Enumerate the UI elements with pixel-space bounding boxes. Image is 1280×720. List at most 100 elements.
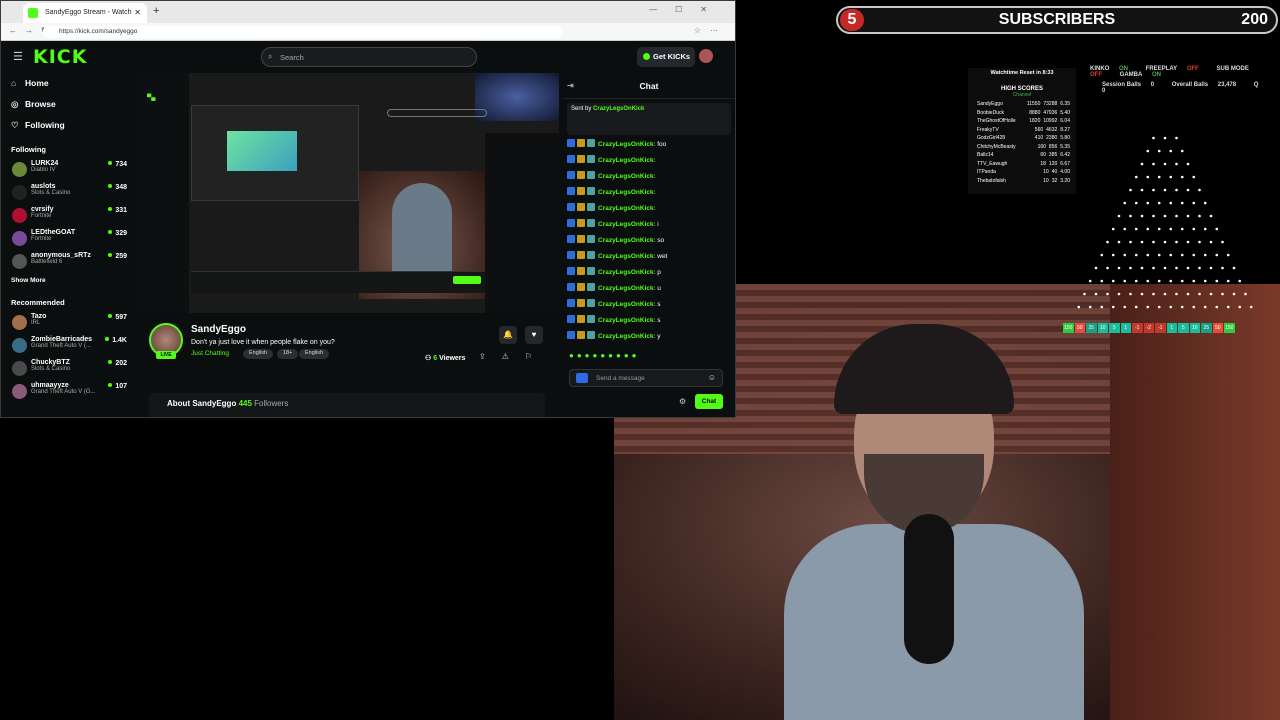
plinko-peg [1163, 188, 1167, 192]
chat-message: CrazyLegsOnKick: [567, 201, 727, 217]
notification-bell-icon[interactable]: 🔔 [499, 326, 517, 344]
new-tab-icon[interactable]: + [153, 5, 159, 17]
chat-send-button[interactable]: Chat [695, 394, 723, 409]
following-list: LURK24 Diablo IV 734 auslots Slots & Casino 3… [1, 158, 131, 273]
plinko-peg [1221, 240, 1224, 244]
plinko-peg [1186, 214, 1190, 218]
emoji-icon[interactable]: ☺ [708, 373, 716, 382]
plinko-peg [1226, 253, 1230, 257]
stream-action-icons[interactable]: ⇪⚠⚐ [479, 352, 548, 361]
score-name: TTV_Eawugh [977, 160, 1008, 167]
sidebar-item-following[interactable]: ♡ Following [1, 115, 131, 136]
extension-icons[interactable]: ☆⋯ [694, 26, 727, 35]
sidebar-item-home[interactable]: ⌂ Home [1, 73, 131, 94]
user-avatar[interactable] [699, 49, 713, 63]
chat-text: : i [653, 221, 659, 228]
chat-input[interactable]: Send a message ☺ [569, 369, 723, 387]
tag-language-2[interactable]: English [299, 349, 330, 359]
plinko-peg [1203, 227, 1207, 231]
channel-row[interactable]: auslots Slots & Casino 348 [1, 181, 131, 204]
score-a: 160 [1037, 143, 1046, 150]
kick-logo[interactable]: KICK [33, 46, 87, 68]
recommended-header: Recommended [11, 298, 65, 307]
chat-username[interactable]: CrazyLegsOnKick [598, 269, 654, 276]
follow-heart-icon[interactable]: ♥ [525, 326, 543, 344]
url-field[interactable]: https://kick.com/sandyeggo [43, 26, 563, 38]
score-row: SandyEggo 11550 73288 6.35 [968, 100, 1076, 109]
channel-name[interactable]: SandyEggo [191, 324, 246, 335]
chat-username[interactable]: CrazyLegsOnKick [598, 253, 654, 260]
channel-row[interactable]: ChuckyBTZ Slots & Casino 202 [1, 357, 131, 380]
plinko-peg [1117, 240, 1121, 244]
plinko-peg [1123, 253, 1127, 257]
chat-text: : wet [653, 253, 668, 260]
collapse-chat-icon[interactable]: ⇥ [567, 73, 574, 99]
channel-viewers: 329 [108, 230, 127, 237]
channel-row[interactable]: LURK24 Diablo IV 734 [1, 158, 131, 181]
plinko-peg [1140, 240, 1144, 244]
badge-icon [567, 187, 575, 195]
score-name: TheGhostOfHolle [977, 118, 1016, 124]
plinko-peg [1209, 266, 1213, 270]
search-input[interactable]: ⌕ Search [261, 47, 477, 67]
chat-username[interactable]: CrazyLegsOnKick [598, 221, 654, 228]
about-section: About SandyEggo 445 Followers [149, 393, 545, 417]
channel-row[interactable]: cvrsify Fortnite 331 [1, 204, 131, 227]
score-name: GodzGirl428 [977, 135, 1006, 141]
show-more-button[interactable]: Show More [1, 273, 131, 289]
plinko-peg [1238, 305, 1242, 309]
score-a: 11550 [1026, 101, 1041, 107]
emote-bar[interactable]: ●●●●●●●●● [569, 351, 640, 360]
plinko-peg [1152, 292, 1155, 296]
channel-row[interactable]: ZombieBarricades Grand Theft Auto V (... 1… [1, 334, 131, 357]
sidebar-item-browse[interactable]: ◎ Browse [1, 94, 131, 115]
channel-row[interactable]: anonymous_sRTz Battlefield 6 259 [1, 250, 131, 273]
plinko-peg [1134, 201, 1138, 205]
streamer-cap [834, 324, 1014, 414]
get-kicks-button[interactable]: Get KICKs [637, 47, 695, 67]
hamburger-menu-icon[interactable]: ☰ [13, 50, 23, 63]
tag-mature[interactable]: 18+ [277, 349, 299, 359]
plinko-peg [1180, 201, 1184, 205]
chat-username[interactable]: CrazyLegsOnKick [598, 157, 654, 164]
chat-username[interactable]: CrazyLegsOnKick [598, 285, 654, 292]
plinko-peg [1244, 292, 1247, 296]
window-controls[interactable]: —☐✕ [649, 5, 725, 14]
plinko-peg [1146, 175, 1150, 179]
chat-username[interactable]: CrazyLegsOnKick [598, 333, 654, 340]
channel-viewers: 1.4K [105, 337, 127, 344]
channel-row[interactable]: LEDtheGOAT Fortnite 329 [1, 227, 131, 250]
plinko-peg [1140, 266, 1144, 270]
score-b: 47936 [1043, 109, 1058, 116]
chat-username[interactable]: CrazyLegsOnKick [598, 173, 654, 180]
pinned-user[interactable]: CrazyLegsOnKick [593, 106, 644, 112]
plinko-peg [1180, 227, 1184, 231]
badge-icon [567, 203, 575, 211]
channel-avatar [12, 384, 27, 399]
close-tab-icon[interactable]: ✕ [134, 8, 141, 17]
chat-username[interactable]: CrazyLegsOnKick [598, 301, 654, 308]
chat-username[interactable]: CrazyLegsOnKick [598, 189, 654, 196]
score-a: 60 [1040, 152, 1046, 158]
channel-row[interactable]: Tazo IRL 597 [1, 311, 131, 334]
tag-language[interactable]: English [243, 349, 274, 359]
chat-username[interactable]: CrazyLegsOnKick [598, 317, 654, 324]
plinko-peg [1198, 240, 1201, 244]
plinko-peg [1169, 227, 1173, 231]
chat-settings-gear-icon[interactable]: ⚙ [679, 397, 686, 406]
plinko-peg [1140, 292, 1144, 296]
chat-username[interactable]: CrazyLegsOnKick [598, 237, 654, 244]
plinko-peg [1157, 253, 1161, 257]
watchtime-reset: Watchtime Reset in 8:33 [990, 70, 1054, 76]
browser-tab[interactable]: SandyEggo Stream - Watch ✕ [23, 3, 147, 23]
video-player[interactable]: ▀▄ [137, 73, 559, 313]
plinko-peg [1152, 266, 1155, 270]
stat-gamba: GAMBA ON [1119, 72, 1162, 78]
chat-username[interactable]: CrazyLegsOnKick [598, 205, 654, 212]
stream-category[interactable]: Just Chatting [191, 350, 229, 357]
chat-username[interactable]: CrazyLegsOnKick [598, 141, 654, 148]
sub-badge-icon [587, 283, 595, 291]
sidebar-nav: ⌂ Home ◎ Browse ♡ Following [1, 73, 131, 136]
channel-row[interactable]: uhmaayyze Grand Theft Auto V (G... 107 [1, 380, 131, 403]
plinko-peg [1129, 292, 1132, 296]
